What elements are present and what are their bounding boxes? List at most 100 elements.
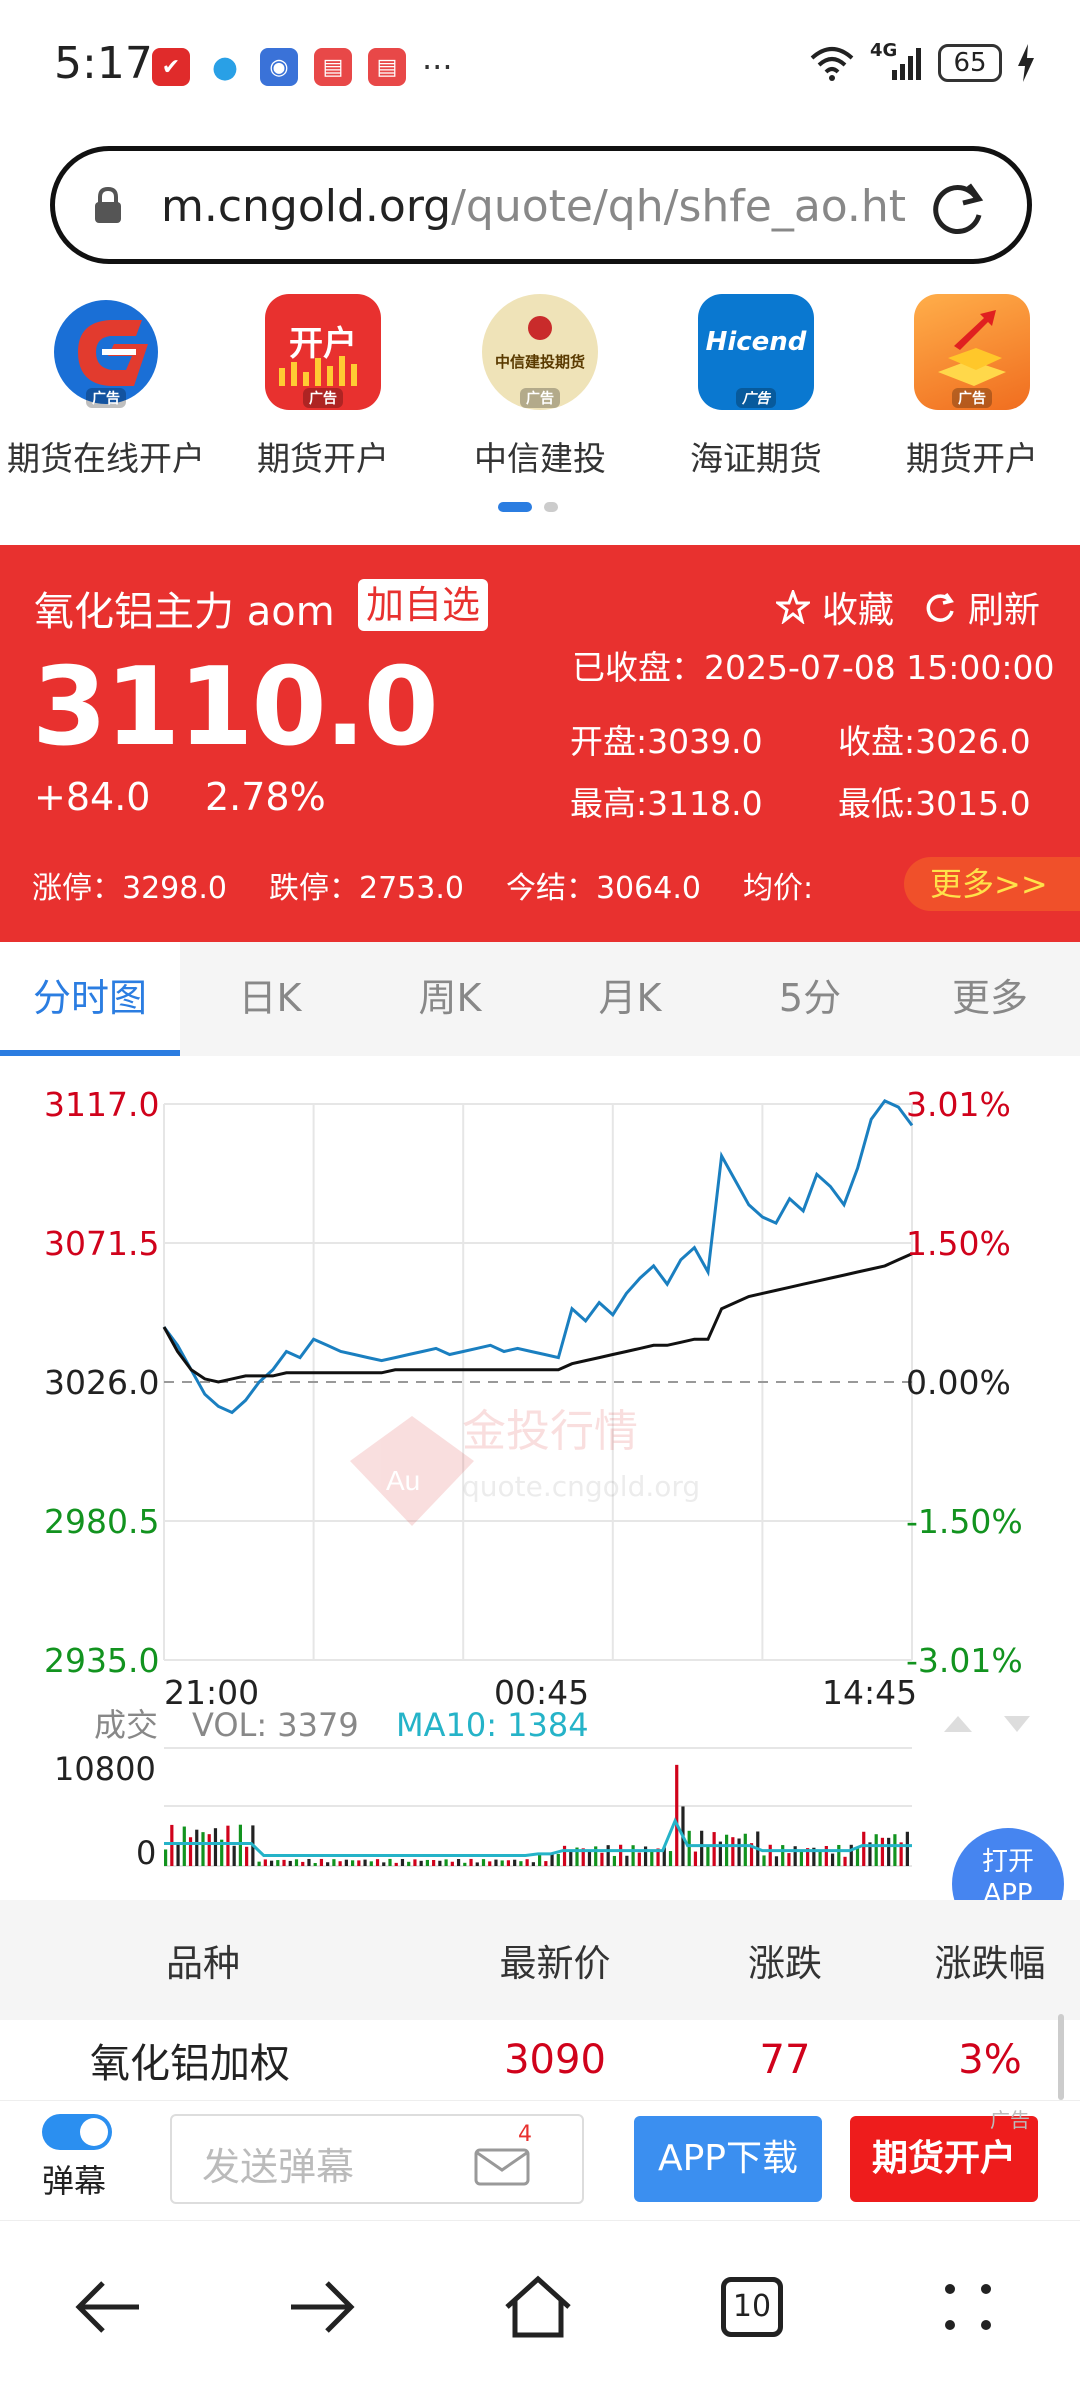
volume-bar [469,1858,473,1866]
volume-label: 成交 [94,1706,158,1744]
volume-bar [905,1831,909,1866]
pager-dot-active [498,502,532,512]
star-icon [775,590,810,624]
volume-bar [232,1845,236,1866]
ad-item[interactable]: 广告 期货开户 [902,294,1042,480]
address-bar[interactable]: m.cngold.org/quote/qh/shfe_ao.ht [50,146,1032,264]
ad-item[interactable]: 广告 期货在线开户 [7,294,205,480]
volume-bar [375,1859,380,1866]
volume-bar [238,1824,242,1866]
y-axis-label-right: 0.00% [906,1363,1011,1402]
table-row[interactable]: 氧化铝加权 3090 77 3% [0,2020,1080,2100]
ad-item[interactable]: 开户 广告 期货开户 [253,294,393,480]
url-text[interactable]: m.cngold.org/quote/qh/shfe_ao.ht [161,181,951,232]
volume-bar [357,1860,361,1866]
futures-kaihu-logo-icon: 开户 广告 [265,294,381,410]
volume-bar [637,1852,641,1866]
row-variety: 氧化铝加权 [90,2041,290,2087]
scroll-down-icon[interactable] [1004,1716,1030,1732]
ad-item[interactable]: 中信建投期货 广告 中信建投 [470,294,610,480]
citic-futures-logo-icon: 中信建投期货 广告 [482,294,598,410]
lock-icon[interactable] [93,187,123,225]
volume-bar [513,1859,517,1866]
tab-daily-k[interactable]: 日K [180,942,360,1056]
ad-carousel[interactable]: 广告 期货在线开户 开户 广告 期货开户 中信建投期货 广告 中信建投 Hice… [0,294,1080,494]
ad-label: 期货在线开户 [7,439,205,478]
y-axis-label-right: -1.50% [906,1502,1023,1541]
reader-notification-icon-2: ▤ [368,48,406,86]
volume-bar [313,1862,317,1866]
volume-bar [226,1825,230,1866]
tab-monthly-k[interactable]: 月K [540,942,720,1056]
high-price: 最高:3118.0 [570,784,763,823]
reload-icon[interactable] [929,177,989,237]
volume-bar [276,1860,280,1866]
forward-button[interactable] [272,2257,372,2357]
header-actions: 收藏 刷新 [775,581,1040,633]
volume-bar [494,1859,498,1866]
volume-bar [463,1862,467,1866]
message-count-badge: 4 [518,2122,532,2147]
refresh-button[interactable]: 刷新 [924,581,1040,633]
scroll-up-icon[interactable] [944,1716,972,1732]
table-scrollbar[interactable] [1058,2014,1064,2100]
cellular-signal-icon: 4G [870,40,924,82]
home-button[interactable] [488,2257,588,2357]
tab-more[interactable]: 更多 [900,942,1080,1056]
intraday-chart[interactable]: Au 金投行情 quote.cngold.org 3117.0 3071.5 302… [0,1056,1080,1876]
volume-bar [326,1862,330,1866]
volume-bar [830,1853,835,1866]
volume-bar [413,1859,417,1866]
menu-dots-icon [945,2284,991,2330]
volume-bar [319,1858,324,1866]
volume-bar [506,1860,511,1866]
volume-bar [631,1845,635,1866]
add-watchlist-button[interactable]: 加自选 [358,579,489,631]
ad-item[interactable]: Hicend 广告 海证期货 [686,294,826,480]
menu-button[interactable] [918,2257,1018,2357]
back-button[interactable] [58,2257,158,2357]
volume-bar [737,1838,741,1866]
volume-bar [687,1830,691,1866]
volume-bar [706,1846,710,1866]
last-price: 3110.0 [32,645,439,770]
volume-bar [818,1850,822,1866]
favorite-button[interactable]: 收藏 [775,581,894,633]
tab-intraday[interactable]: 分时图 [0,942,180,1056]
price-change-percent: 2.78% [205,775,326,819]
volume-bar [855,1847,860,1866]
volume-bar [245,1846,249,1866]
average-price: 均价: [742,871,814,906]
row-change: 77 [759,2037,811,2083]
volume-bar [625,1855,629,1866]
more-stats-button[interactable]: 更多>> [904,857,1080,911]
price-line [162,1099,914,1415]
y-axis-label-left: 2980.5 [44,1502,159,1541]
volume-bar [282,1859,286,1866]
col-variety: 品种 [166,1942,240,1985]
charging-icon [1018,44,1034,82]
send-danmu-placeholder: 发送弹幕 [202,2145,355,2189]
y-axis-label-left: 3026.0 [44,1363,159,1402]
price-change: +84.0 [34,775,151,819]
volume-bar [164,1849,168,1866]
danmu-toggle[interactable] [42,2114,112,2150]
volume-bar [475,1862,479,1866]
volume-bar [799,1850,803,1866]
watermark-brand: 金投行情 [462,1406,638,1457]
volume-bar [650,1849,654,1866]
status-time: 5:17 [54,38,153,89]
volume-bar [195,1829,199,1866]
tab-5min[interactable]: 5分 [720,942,900,1056]
row-change-pct: 3% [958,2037,1022,2083]
tabs-button[interactable]: 10 [702,2257,802,2357]
volume-bar [569,1850,573,1866]
tab-weekly-k[interactable]: 周K [360,942,540,1056]
app-download-button[interactable]: APP下载 [634,2116,822,2202]
send-danmu-input[interactable]: 发送弹幕 4 [170,2114,584,2204]
gold-bars-logo-icon: 广告 [914,294,1030,410]
volume-bar [887,1837,891,1866]
volume-bar [388,1858,392,1866]
volume-bar [556,1853,560,1866]
danmu-label: 弹幕 [42,2162,107,2200]
